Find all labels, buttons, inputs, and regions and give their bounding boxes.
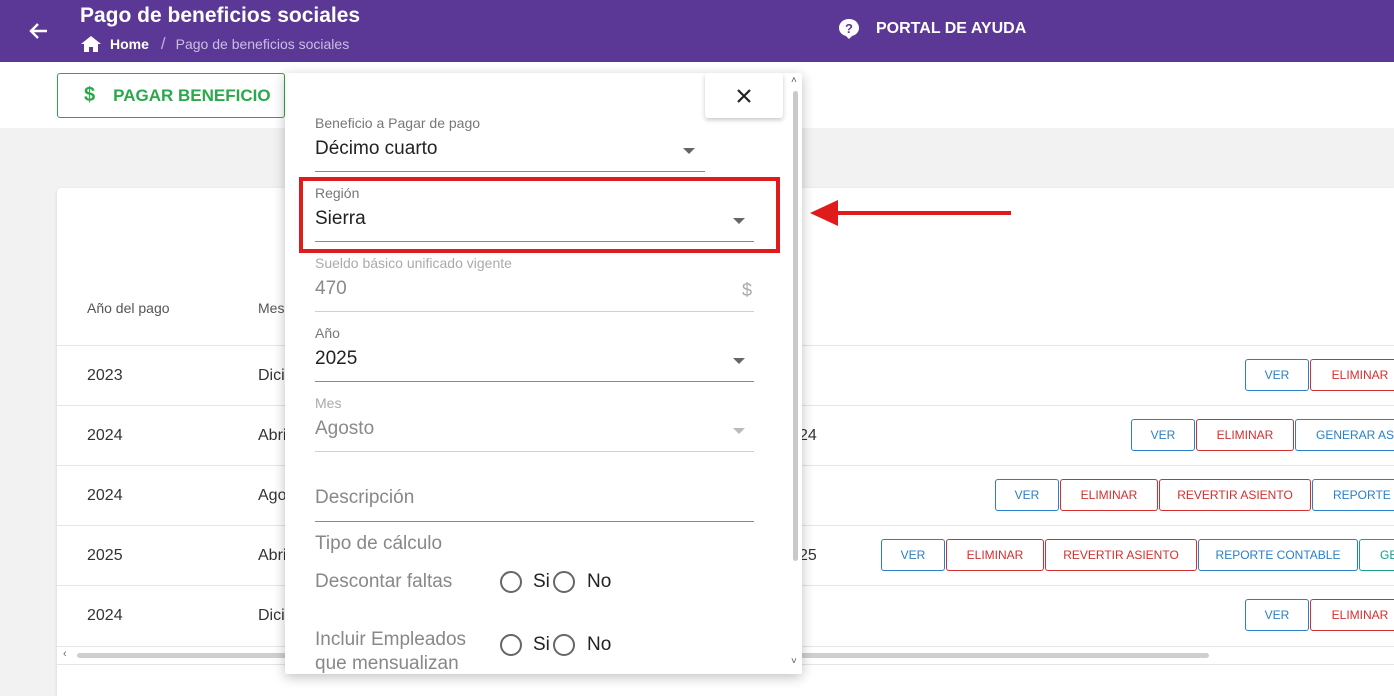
revert-entry-button[interactable]: REVERTIR ASIENTO (1159, 479, 1311, 511)
discount-absences-yes-label: Si (533, 571, 550, 592)
annotation-arrow-icon (810, 200, 1011, 226)
pay-benefit-button[interactable]: $ PAGAR BENEFICIO (57, 73, 285, 118)
discount-absences-yes-radio[interactable] (500, 571, 522, 593)
app-header: Pago de beneficios sociales Home / Pago … (0, 0, 1394, 62)
scroll-left-icon[interactable]: ‹ (63, 648, 67, 660)
view-button[interactable]: VER (995, 479, 1059, 511)
year-select[interactable]: Año 2025 (315, 325, 754, 383)
column-header-year: Año del pago (87, 300, 170, 316)
help-icon: ? (839, 19, 859, 39)
payment-form-dialog: ˄ ˅ Beneficio a Pagar de pago Décimo cua… (285, 73, 802, 674)
cell-year: 2024 (87, 607, 123, 624)
basic-salary-label: Sueldo básico unificado vigente (315, 255, 512, 271)
discount-absences-no-label: No (587, 571, 612, 592)
accounting-report-button[interactable]: REPORTE CONTABLE (1198, 539, 1358, 571)
cell-year: 2024 (87, 487, 123, 504)
breadcrumb-home-link[interactable]: Home (110, 36, 149, 52)
chevron-down-icon (683, 148, 695, 154)
cell-year: 2023 (87, 367, 123, 384)
include-employees-label-line2: que mensualizan (315, 653, 459, 674)
discount-absences-label: Descontar faltas (315, 571, 453, 592)
chevron-down-icon (733, 358, 745, 364)
month-value: Agosto (315, 418, 375, 439)
include-employees-no-radio[interactable] (553, 634, 575, 656)
include-employees-label-line1: Incluir Empleados (315, 629, 467, 650)
cell-month: Abri (258, 547, 287, 564)
basic-salary-field: Sueldo básico unificado vigente 470 $ (315, 255, 754, 313)
close-icon (737, 88, 751, 103)
generate-button[interactable]: GE (1359, 539, 1394, 571)
chevron-down-icon (733, 428, 745, 434)
benefit-select[interactable]: Beneficio a Pagar de pago Décimo cuarto (315, 115, 705, 173)
cell-year: 2025 (87, 547, 123, 564)
year-value: 2025 (315, 348, 358, 369)
discount-absences-no-radio[interactable] (553, 571, 575, 593)
breadcrumb: Home / Pago de beneficios sociales (80, 34, 349, 54)
close-button[interactable] (705, 73, 783, 118)
month-select: Mes Agosto (315, 395, 754, 453)
scroll-down-icon[interactable]: ˅ (791, 656, 797, 667)
benefit-label: Beneficio a Pagar de pago (315, 115, 481, 131)
region-highlight-box (299, 177, 780, 253)
accounting-report-button[interactable]: REPORTE C (1312, 479, 1394, 511)
cell-month: Dici (258, 607, 285, 624)
pay-benefit-label: PAGAR BENEFICIO (113, 85, 271, 105)
breadcrumb-separator: / (160, 34, 166, 53)
revert-entry-button[interactable]: REVERTIR ASIENTO (1045, 539, 1197, 571)
page-title: Pago de beneficios sociales (80, 4, 361, 27)
field-underline (315, 451, 754, 452)
help-portal-link[interactable]: ? PORTAL DE AYUDA (838, 18, 1026, 40)
include-employees-no-label: No (587, 634, 612, 655)
view-button[interactable]: VER (1245, 359, 1309, 391)
back-button[interactable] (24, 16, 54, 46)
arrow-left-icon (29, 23, 47, 39)
field-underline (315, 381, 754, 382)
scroll-up-icon[interactable]: ˄ (791, 75, 797, 86)
field-underline (315, 311, 754, 312)
benefit-value: Décimo cuarto (315, 138, 438, 159)
calculation-type-heading: Tipo de cálculo (315, 533, 443, 554)
delete-button[interactable]: ELIMINAR (1060, 479, 1158, 511)
field-underline (315, 521, 754, 522)
description-input[interactable]: Descripción (315, 487, 414, 509)
generate-entry-button[interactable]: GENERAR ASI (1295, 419, 1394, 451)
field-underline (315, 171, 705, 172)
cell-year: 2024 (87, 427, 123, 444)
help-label: PORTAL DE AYUDA (876, 20, 1027, 37)
currency-suffix: $ (742, 280, 753, 300)
year-label: Año (315, 325, 340, 341)
delete-button[interactable]: ELIMINAR (1310, 359, 1394, 391)
month-label: Mes (315, 395, 342, 411)
scrollbar-thumb[interactable] (793, 91, 798, 561)
breadcrumb-current: Pago de beneficios sociales (175, 36, 350, 52)
basic-salary-value: 470 (315, 278, 347, 299)
view-button[interactable]: VER (881, 539, 945, 571)
include-employees-yes-radio[interactable] (500, 634, 522, 656)
delete-button[interactable]: ELIMINAR (1310, 599, 1394, 631)
cell-month: Ago (258, 487, 287, 504)
delete-button[interactable]: ELIMINAR (946, 539, 1044, 571)
view-button[interactable]: VER (1245, 599, 1309, 631)
svg-text:?: ? (845, 21, 853, 36)
column-header-month: Mes (258, 300, 285, 316)
cell-month: Abri (258, 427, 287, 444)
vertical-scrollbar[interactable]: ˄ ˅ (788, 73, 802, 674)
view-button[interactable]: VER (1131, 419, 1195, 451)
delete-button[interactable]: ELIMINAR (1196, 419, 1294, 451)
home-icon (81, 36, 101, 52)
cell-month: Dici (258, 367, 285, 384)
include-employees-yes-label: Si (533, 634, 550, 655)
dollar-icon: $ (84, 84, 96, 106)
